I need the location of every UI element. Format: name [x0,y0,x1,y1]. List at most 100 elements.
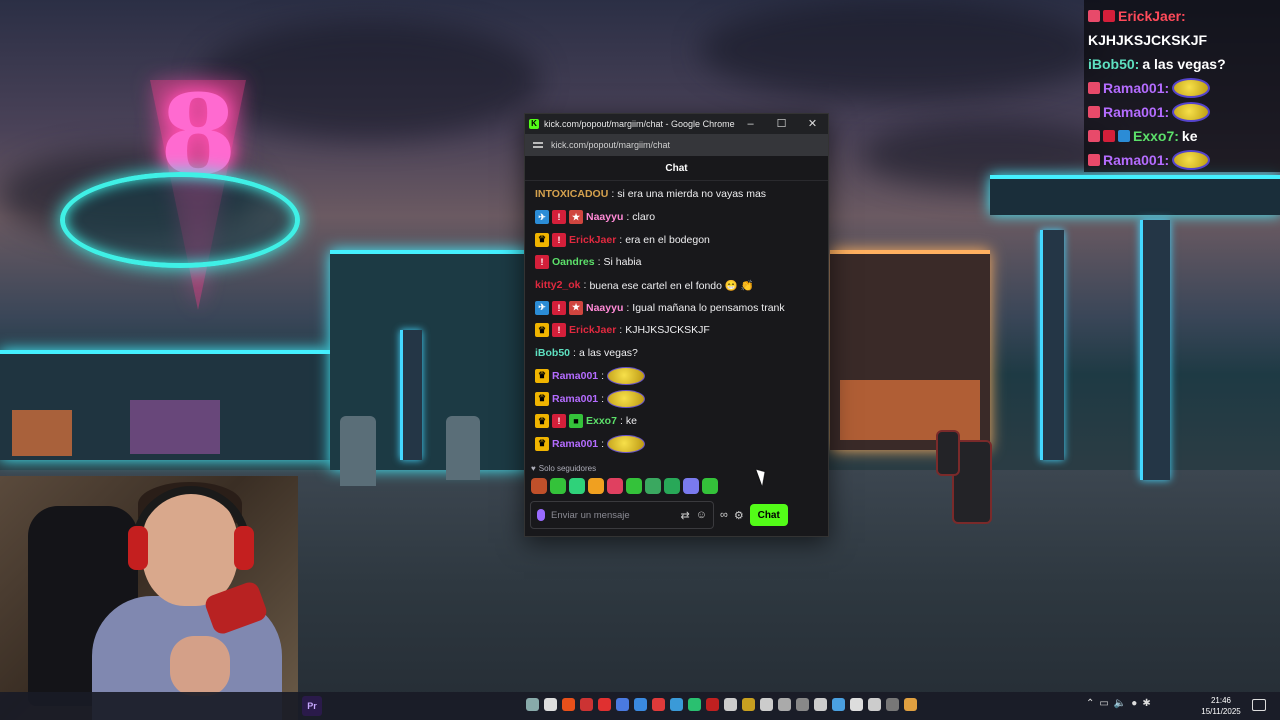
crown-badge-icon: ♛ [535,323,549,338]
followers-only-notice: ♥ Solo seguidores [531,464,596,473]
chat-username[interactable]: Rama001 [552,393,598,405]
chat-separator: : [626,211,630,224]
chat-username[interactable]: Oandres [552,256,595,268]
emote-image[interactable] [607,389,646,408]
taskbar-app-icon[interactable] [724,698,737,711]
chat-username[interactable]: INTOXICADOU [535,188,608,200]
chat-separator: : [601,437,605,450]
chrome-popup-window[interactable]: K kick.com/popout/margiim/chat - Google … [524,113,829,537]
chat-username[interactable]: ErickJaer [569,234,616,246]
emote-image[interactable] [607,366,646,385]
taskbar-app-icon[interactable] [634,698,647,711]
message-input[interactable]: Enviar un mensaje ⇄ ☺ [530,501,714,529]
minimize-button[interactable]: – [735,114,766,134]
quick-emote-icon[interactable] [531,478,547,494]
taskbar-clock[interactable]: 21:46 15/11/2025 [1196,695,1246,717]
quick-emote-icon[interactable] [550,478,566,494]
taskbar-app-icon[interactable] [904,698,917,711]
notification-icon[interactable] [1252,699,1266,711]
overlay-badge-icon [1088,154,1100,166]
chat-message: iBob50: a las vegas? [535,342,828,365]
send-chat-button[interactable]: Chat [749,504,788,526]
webcam-feed [0,476,298,720]
window-titlebar[interactable]: K kick.com/popout/margiim/chat - Google … [525,114,828,134]
taskbar-app-icon[interactable] [670,698,683,711]
overlay-username: Rama001: [1103,80,1170,96]
taskbar-app-icon[interactable] [580,698,593,711]
taskbar-app-icon[interactable] [688,698,701,711]
taskbar-app-icon[interactable] [742,698,755,711]
taskbar-app-icon[interactable] [832,698,845,711]
taskbar-app-icon[interactable] [652,698,665,711]
taskbar-app-icon[interactable] [562,698,575,711]
tray-expand-icon[interactable]: ⌃ [1086,698,1094,709]
premiere-app-icon[interactable]: Pr [302,696,322,716]
chat-message: ♛ Rama001: [535,433,828,456]
chat-message: ♛ Rama001: [535,365,828,388]
quick-emote-icon[interactable] [569,478,585,494]
taskbar-app-icon[interactable] [886,698,899,711]
bluetooth-icon[interactable]: ✱ [1142,698,1150,709]
overlay-username: Exxo7: [1133,128,1179,144]
taskbar-app-icon[interactable] [526,698,539,711]
overlay-emote-image [1172,150,1211,170]
taskbar-app-icon[interactable] [616,698,629,711]
message-placeholder: Enviar un mensaje [551,509,630,521]
site-settings-icon[interactable] [533,140,543,150]
quick-emote-icon[interactable] [683,478,699,494]
quick-emote-icon[interactable] [588,478,604,494]
overlay-badge-icon [1088,82,1100,94]
taskbar-app-icon[interactable] [760,698,773,711]
network-icon[interactable]: ▭ [1099,698,1108,709]
taskbar-app-icon[interactable] [814,698,827,711]
volume-icon[interactable]: 🔈 [1114,698,1126,709]
chat-username[interactable]: ErickJaer [569,324,616,336]
chat-username[interactable]: kitty2_ok [535,279,581,291]
chat-message: kitty2_ok: buena ese cartel en el fondo 😁… [535,274,828,297]
address-bar[interactable]: kick.com/popout/margiim/chat [525,134,828,156]
taskbar-app-icon[interactable] [868,698,881,711]
taskbar-app-icon[interactable] [778,698,791,711]
chat-separator: : [619,233,623,246]
og-badge-icon: ! [552,323,566,338]
overlay-username: Rama001: [1103,104,1170,120]
chat-separator: : [583,279,587,292]
chat-message-text: a las vegas? [578,347,638,360]
taskbar-app-icon[interactable] [706,698,719,711]
chat-username[interactable]: Naayyu [586,211,623,223]
crown-badge-icon: ♛ [535,368,549,383]
microphone-icon[interactable] [537,509,545,521]
taskbar-app-icon[interactable] [544,698,557,711]
quick-emote-icon[interactable] [626,478,642,494]
chat-username[interactable]: Naayyu [586,302,623,314]
overlay-chat-line: iBob50: a las vegas? [1088,52,1276,76]
chat-message-text: buena ese cartel en el fondo 😁 👏 [589,279,754,292]
chat-message-text: claro [632,211,656,224]
chat-username[interactable]: iBob50 [535,347,570,359]
taskbar: Pr ⌃ ▭ 🔈 ● ✱ 21:46 15/11/2025 [0,692,1280,720]
chat-message-text: KJHJKSJCKSKJF [625,324,710,337]
taskbar-app-icon[interactable] [850,698,863,711]
mic-icon[interactable]: ● [1131,698,1137,709]
chat-username[interactable]: Exxo7 [586,415,617,427]
translate-icon[interactable]: ⇄ [681,509,690,522]
overlay-chat-line: Rama001: [1088,100,1276,124]
taskbar-app-icon[interactable] [796,698,809,711]
emoji-picker-icon[interactable]: ☺ [696,509,707,521]
maximize-button[interactable]: ☐ [766,114,797,134]
chat-message: INTOXICADOU: si era una mierda no vayas m… [535,183,828,206]
quick-emote-icon[interactable] [645,478,661,494]
close-button[interactable]: ✕ [797,114,828,134]
system-tray: ⌃ ▭ 🔈 ● ✱ [1086,698,1151,709]
chat-username[interactable]: Rama001 [552,370,598,382]
quick-emote-icon[interactable] [607,478,623,494]
chat-separator: : [626,301,630,314]
quick-emote-bar[interactable] [531,478,718,494]
settings-gear-icon[interactable]: ⚙ [734,509,744,522]
chat-username[interactable]: Rama001 [552,438,598,450]
quick-emote-icon[interactable] [664,478,680,494]
emote-image[interactable] [607,434,646,453]
quick-emote-icon[interactable] [702,478,718,494]
taskbar-app-icon[interactable] [598,698,611,711]
points-icon[interactable]: ∞ [720,509,728,521]
